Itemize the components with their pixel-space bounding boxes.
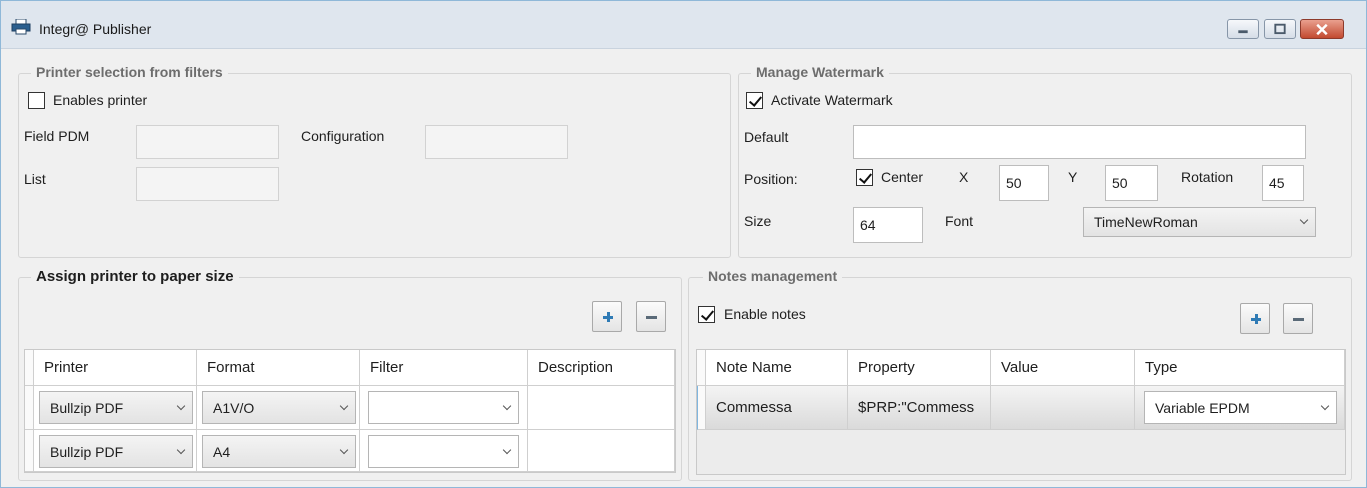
table-row-2-description-cell[interactable] <box>528 430 675 472</box>
column-header-format[interactable]: Format <box>197 350 360 386</box>
row-header <box>25 350 34 386</box>
format-select[interactable]: A4 <box>202 435 356 468</box>
chevron-down-icon <box>1320 401 1330 410</box>
table-row-1-format-cell: A1V/O <box>197 386 360 430</box>
row-header <box>697 350 706 386</box>
chevron-down-icon <box>176 445 186 454</box>
note-row-1-name-cell[interactable]: Commessa <box>706 386 848 430</box>
enables-printer-label: Enables printer <box>53 92 148 108</box>
printer-select-value: Bullzip PDF <box>50 443 124 460</box>
remove-printer-button[interactable] <box>636 301 666 332</box>
chevron-down-icon <box>339 445 349 454</box>
row-header <box>697 386 706 430</box>
activate-watermark-checkbox[interactable] <box>746 92 763 109</box>
y-label: Y <box>1068 169 1078 185</box>
maximize-icon <box>1274 23 1286 35</box>
rotation-label: Rotation <box>1181 169 1234 185</box>
filter-select[interactable] <box>368 391 519 424</box>
note-type-select-value: Variable EPDM <box>1155 399 1250 416</box>
column-header-description[interactable]: Description <box>528 350 675 386</box>
row-header <box>25 430 34 472</box>
size-input[interactable]: 64 <box>853 207 923 243</box>
notes-legend: Notes management <box>703 268 843 284</box>
enable-notes-checkbox[interactable] <box>698 306 715 323</box>
printer-select[interactable]: Bullzip PDF <box>39 435 193 468</box>
add-note-button[interactable] <box>1240 303 1270 334</box>
list-input[interactable] <box>136 167 279 201</box>
column-header-property[interactable]: Property <box>848 350 991 386</box>
note-row-1-type-cell: Variable EPDM <box>1135 386 1345 430</box>
field-pdm-input[interactable] <box>136 125 279 159</box>
x-input[interactable]: 50 <box>999 165 1049 201</box>
remove-note-button[interactable] <box>1283 303 1313 334</box>
note-row-1-value-cell[interactable] <box>991 386 1135 430</box>
app-window: Integr@ Publisher Printer selection from… <box>0 0 1367 488</box>
format-select[interactable]: A1V/O <box>202 391 356 424</box>
notes-table: Note Name Property Value Type Commessa $… <box>696 349 1346 475</box>
chevron-down-icon <box>1299 215 1309 225</box>
close-icon <box>1316 23 1328 36</box>
column-header-filter[interactable]: Filter <box>360 350 528 386</box>
minimize-button[interactable] <box>1227 19 1259 39</box>
column-header-note-name[interactable]: Note Name <box>706 350 848 386</box>
font-select-value: TimeNewRoman <box>1094 214 1198 230</box>
table-row-1-description-cell[interactable] <box>528 386 675 430</box>
rotation-input[interactable]: 45 <box>1262 165 1304 201</box>
default-label: Default <box>744 129 789 145</box>
printer-select[interactable]: Bullzip PDF <box>39 391 193 424</box>
font-select[interactable]: TimeNewRoman <box>1083 207 1316 237</box>
configuration-label: Configuration <box>301 128 385 144</box>
printer-selection-legend: Printer selection from filters <box>31 64 228 80</box>
note-row-1-property-cell[interactable]: $PRP:"Commess <box>848 386 991 430</box>
chevron-down-icon <box>339 401 349 410</box>
filter-select[interactable] <box>368 435 519 468</box>
printer-icon <box>11 19 31 35</box>
size-label: Size <box>744 213 772 229</box>
maximize-button[interactable] <box>1264 19 1296 39</box>
field-pdm-label: Field PDM <box>24 128 90 144</box>
format-select-value: A1V/O <box>213 399 255 416</box>
column-header-printer[interactable]: Printer <box>34 350 197 386</box>
watermark-legend: Manage Watermark <box>751 64 889 80</box>
chevron-down-icon <box>502 445 512 454</box>
column-header-type[interactable]: Type <box>1135 350 1345 386</box>
table-row-2-printer-cell: Bullzip PDF <box>34 430 197 472</box>
table-row-2-format-cell: A4 <box>197 430 360 472</box>
printer-select-value: Bullzip PDF <box>50 399 124 416</box>
format-select-value: A4 <box>213 443 231 460</box>
paper-size-legend: Assign printer to paper size <box>31 268 239 285</box>
y-input[interactable]: 50 <box>1105 165 1158 201</box>
table-row-1-printer-cell: Bullzip PDF <box>34 386 197 430</box>
position-label: Position: <box>744 171 798 187</box>
add-printer-button[interactable] <box>592 301 622 332</box>
default-input[interactable] <box>853 125 1306 159</box>
table-row-2-filter-cell <box>360 430 528 472</box>
font-label: Font <box>945 213 974 229</box>
center-checkbox[interactable] <box>856 169 873 186</box>
close-button[interactable] <box>1300 19 1344 39</box>
center-label: Center <box>881 169 924 185</box>
table-row-1-filter-cell <box>360 386 528 430</box>
enable-notes-label: Enable notes <box>724 306 806 322</box>
chevron-down-icon <box>176 401 186 410</box>
minimize-icon <box>1238 30 1248 34</box>
enables-printer-checkbox[interactable] <box>28 92 45 109</box>
x-label: X <box>959 169 969 185</box>
printer-table: Printer Format Filter Description Bullzi… <box>24 349 676 473</box>
activate-watermark-label: Activate Watermark <box>771 92 893 108</box>
list-label: List <box>24 171 46 187</box>
configuration-input[interactable] <box>425 125 568 159</box>
title-bar: Integr@ Publisher <box>1 1 1366 49</box>
column-header-value[interactable]: Value <box>991 350 1135 386</box>
note-type-select[interactable]: Variable EPDM <box>1144 391 1337 424</box>
window-title: Integr@ Publisher <box>39 21 152 37</box>
chevron-down-icon <box>502 401 512 410</box>
row-header <box>25 386 34 430</box>
